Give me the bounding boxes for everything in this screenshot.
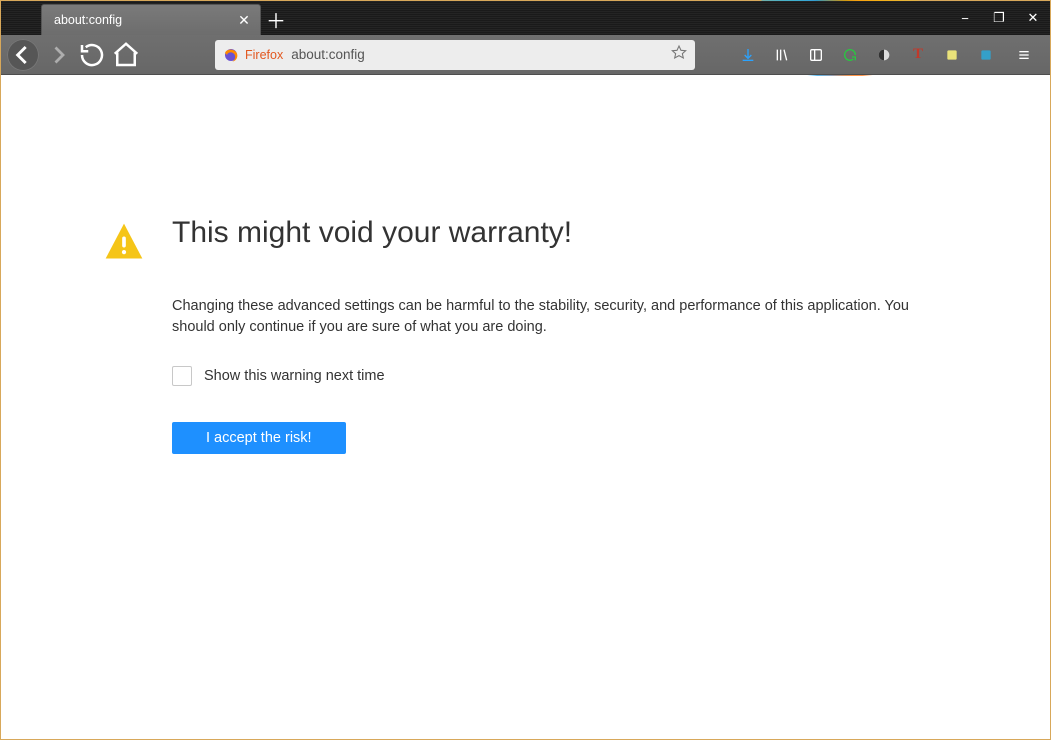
close-icon[interactable]: ✕ — [236, 12, 252, 28]
plus-icon: ＋ — [266, 5, 286, 34]
warning-icon — [102, 220, 146, 269]
show-warning-checkbox-row[interactable]: Show this warning next time — [172, 366, 942, 386]
toolbar-icons: T — [736, 43, 1044, 67]
tab-title: about:config — [54, 13, 228, 27]
ext1-button[interactable] — [940, 43, 964, 67]
reload-button[interactable] — [77, 40, 107, 70]
app-menu-button[interactable] — [1008, 43, 1040, 67]
library-button[interactable] — [770, 43, 794, 67]
sync-button[interactable] — [838, 43, 862, 67]
tab-active[interactable]: about:config ✕ — [41, 4, 261, 35]
window-minimize-button[interactable]: − — [948, 5, 982, 31]
ext2-button[interactable] — [974, 43, 998, 67]
identity-box[interactable]: Firefox — [223, 47, 283, 63]
star-icon — [671, 44, 687, 60]
permissions-button[interactable] — [872, 43, 896, 67]
sidebar-button[interactable] — [804, 43, 828, 67]
show-warning-checkbox[interactable] — [172, 366, 192, 386]
url-bar[interactable]: Firefox about:config — [215, 40, 695, 70]
titlebar: about:config ✕ ＋ − ❐ ✕ — [1, 1, 1050, 35]
nav-toolbar: Firefox about:config T — [1, 35, 1050, 75]
home-button[interactable] — [111, 40, 141, 70]
url-text[interactable]: about:config — [291, 47, 663, 62]
bookmark-star-button[interactable] — [671, 44, 687, 65]
window-controls: − ❐ ✕ — [948, 1, 1050, 35]
library-icon — [774, 47, 790, 63]
home-icon — [111, 40, 141, 70]
warning-title: This might void your warranty! — [172, 216, 572, 250]
page-content: This might void your warranty! Changing … — [2, 76, 1049, 738]
back-button[interactable] — [7, 39, 39, 71]
download-icon — [740, 47, 756, 63]
ext-icon — [944, 47, 960, 63]
shield-icon — [876, 47, 892, 63]
window-maximize-button[interactable]: ❐ — [982, 5, 1016, 31]
tab-strip: about:config ✕ ＋ — [1, 1, 291, 35]
show-warning-label: Show this warning next time — [204, 368, 385, 384]
hamburger-icon — [1016, 47, 1032, 63]
reader-icon — [808, 47, 824, 63]
download-button[interactable] — [736, 43, 760, 67]
sync-icon — [842, 47, 858, 63]
new-tab-button[interactable]: ＋ — [261, 4, 291, 35]
forward-icon — [43, 40, 73, 70]
firefox-icon — [223, 47, 239, 63]
ext-t-button[interactable]: T — [906, 43, 930, 67]
back-icon — [7, 39, 39, 71]
ext-icon — [978, 47, 994, 63]
reload-icon — [77, 40, 107, 70]
window-close-button[interactable]: ✕ — [1016, 5, 1050, 31]
warning-paragraph: Changing these advanced settings can be … — [172, 296, 942, 338]
accept-risk-button[interactable]: I accept the risk! — [172, 422, 346, 454]
forward-button[interactable] — [43, 40, 73, 70]
identity-label: Firefox — [245, 48, 283, 62]
